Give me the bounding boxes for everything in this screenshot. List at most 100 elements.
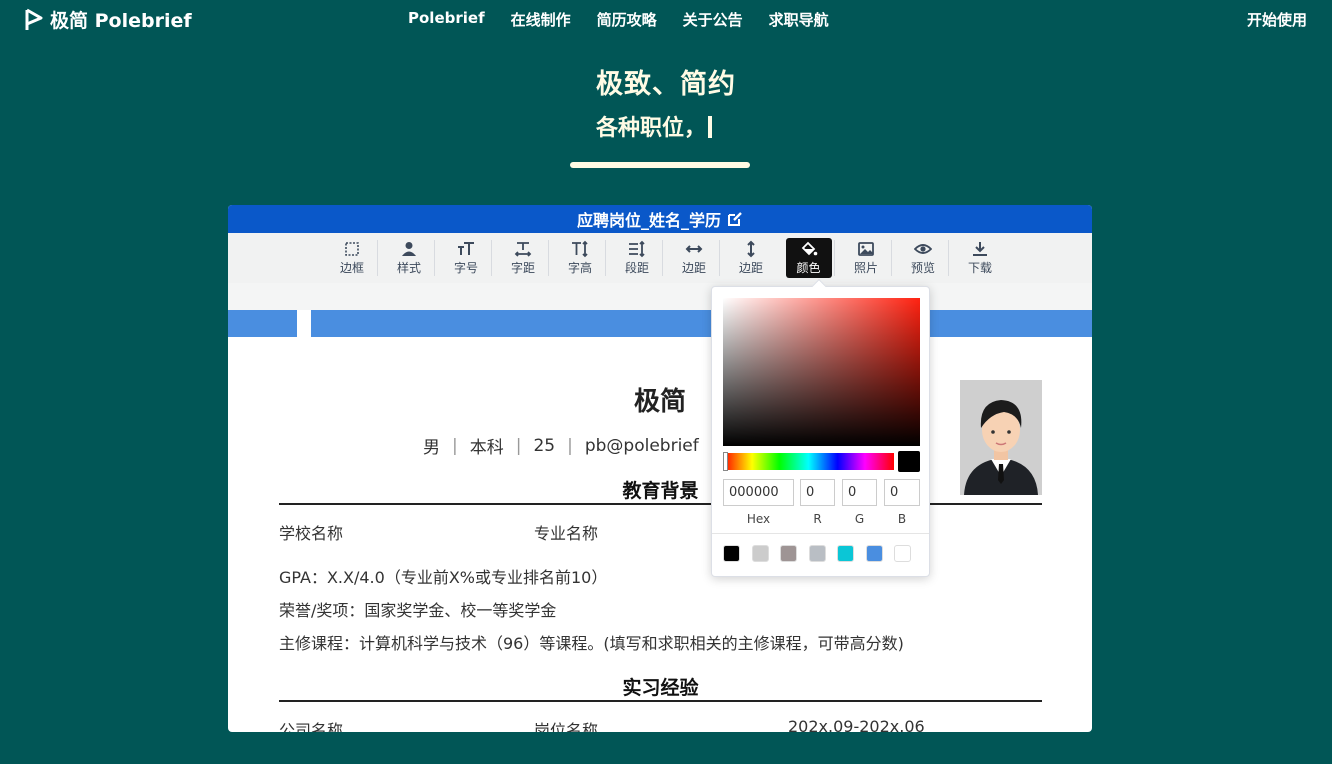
start-button[interactable]: 开始使用 xyxy=(1247,9,1307,30)
hue-slider-handle[interactable] xyxy=(723,452,728,471)
blue-label: B xyxy=(897,512,907,526)
saturation-panel[interactable] xyxy=(723,298,920,446)
internship-position[interactable]: 岗位名称 xyxy=(534,717,598,732)
polebrief-logo-icon xyxy=(25,8,43,30)
resume-file-title: 应聘岗位_姓名_学历 xyxy=(576,211,721,230)
tool-border[interactable]: 边框 xyxy=(324,238,381,278)
blue-input[interactable]: 0 xyxy=(884,479,920,506)
nav-links: Polebrief 在线制作 简历攻略 关于公告 求职导航 xyxy=(408,9,829,30)
education-honors[interactable]: 荣誉/奖项：国家奖学金、校一等奖学金 xyxy=(279,597,556,621)
education-school[interactable]: 学校名称 xyxy=(279,520,343,544)
tool-label: 照片 xyxy=(853,261,878,275)
tool-label: 下载 xyxy=(967,261,992,275)
tool-label: 颜色 xyxy=(796,261,821,275)
hex-input[interactable]: 000000 xyxy=(723,479,794,506)
red-input[interactable]: 0 xyxy=(800,479,835,506)
editor-toolbar: 边框 样式 字号 字距 字高 段距 边距 边距 颜色 照片 预览 下载 xyxy=(228,233,1092,283)
internship-period[interactable]: 202x.09-202x.06 xyxy=(788,717,925,732)
picker-divider xyxy=(712,533,929,534)
education-courses[interactable]: 主修课程：计算机科学与技术（96）等课程。(填写和求职相关的主修课程，可带高分数… xyxy=(279,630,904,654)
preset-swatch[interactable] xyxy=(723,545,740,562)
tool-color[interactable]: 颜色 xyxy=(785,238,832,278)
tool-photo[interactable]: 照片 xyxy=(833,238,895,278)
tool-label: 样式 xyxy=(396,261,421,275)
resume-header-band xyxy=(228,310,1092,337)
section-divider xyxy=(279,700,1042,702)
nav-link-polebrief[interactable]: Polebrief xyxy=(408,9,485,30)
tool-label: 边距 xyxy=(681,261,706,275)
paragraph-spacing-icon xyxy=(629,240,645,258)
arrows-horizontal-icon xyxy=(685,245,703,253)
resume-meta: 男 | 本科 | 25 | pb@polebrief xyxy=(423,433,699,459)
meta-degree[interactable]: 本科 xyxy=(470,433,504,458)
nav-link-online-create[interactable]: 在线制作 xyxy=(511,9,571,30)
internship-company[interactable]: 公司名称 xyxy=(279,717,343,732)
tool-label: 边距 xyxy=(738,261,763,275)
border-icon xyxy=(345,242,359,256)
tool-label: 字距 xyxy=(510,261,535,275)
editor-title-bar: 应聘岗位_姓名_学历 xyxy=(228,205,1092,233)
meta-email[interactable]: pb@polebrief xyxy=(585,436,699,456)
meta-gender[interactable]: 男 xyxy=(423,433,440,458)
education-major[interactable]: 专业名称 xyxy=(534,520,598,544)
meta-separator: | xyxy=(515,435,522,456)
paint-bucket-icon xyxy=(801,241,817,256)
green-label: G xyxy=(854,512,865,526)
brand-logo[interactable]: 极简 Polebrief xyxy=(24,6,192,33)
hero-title: 极致、简约 xyxy=(596,69,736,100)
preset-swatch[interactable] xyxy=(808,545,826,562)
education-gpa[interactable]: GPA：X.X/4.0（专业前X%或专业排名前10） xyxy=(279,564,607,588)
edit-icon[interactable] xyxy=(727,211,743,227)
download-icon xyxy=(973,242,987,256)
tool-label: 预览 xyxy=(910,261,935,275)
tool-preview[interactable]: 预览 xyxy=(890,238,952,278)
nav-link-resume-guide[interactable]: 简历攻略 xyxy=(597,9,657,30)
resume-editor: 应聘岗位_姓名_学历 边框 样式 字号 字距 字高 段距 边距 边距 颜色 照片… xyxy=(228,205,1092,732)
tool-label: 字号 xyxy=(453,261,478,275)
text-height-icon xyxy=(458,242,474,255)
page-top-margin xyxy=(228,283,1092,310)
top-nav: 极简 Polebrief Polebrief 在线制作 简历攻略 关于公告 求职… xyxy=(0,0,1332,38)
tool-style[interactable]: 样式 xyxy=(376,238,438,278)
section-heading-internship[interactable]: 实习经验 xyxy=(279,673,1042,700)
tool-font-size[interactable]: 字号 xyxy=(433,238,495,278)
nav-link-announcements[interactable]: 关于公告 xyxy=(683,9,743,30)
hero-underline xyxy=(570,162,750,168)
tool-label: 边框 xyxy=(339,261,364,275)
eye-icon xyxy=(914,244,932,254)
resume-document: 极简 男 | 本科 | 25 | pb@polebrief 教育背景 学校名称 … xyxy=(228,337,1092,732)
tool-horizontal-margin[interactable]: 边距 xyxy=(661,238,723,278)
preset-swatch[interactable] xyxy=(837,545,854,562)
tool-line-height[interactable]: 字高 xyxy=(547,238,609,278)
hue-slider[interactable] xyxy=(723,452,894,471)
line-height-icon xyxy=(572,240,588,258)
nav-link-job-navigation[interactable]: 求职导航 xyxy=(769,9,829,30)
tool-label: 字高 xyxy=(567,261,592,275)
preset-swatch[interactable] xyxy=(780,545,797,562)
tool-letter-spacing[interactable]: 字距 xyxy=(490,238,552,278)
tool-paragraph-spacing[interactable]: 段距 xyxy=(604,238,666,278)
brand-name: 极简 Polebrief xyxy=(50,10,192,32)
meta-separator: | xyxy=(452,435,458,456)
hex-label: Hex xyxy=(746,512,771,526)
tool-vertical-margin[interactable]: 边距 xyxy=(718,238,780,278)
color-picker: 000000 0 0 0 Hex R G B xyxy=(711,278,930,577)
arrows-vertical-icon xyxy=(747,240,755,258)
preset-swatch[interactable] xyxy=(894,545,911,562)
meta-age[interactable]: 25 xyxy=(533,436,555,456)
hero-subtitle: 各种职位， xyxy=(596,110,713,142)
image-icon xyxy=(858,242,874,256)
green-input[interactable]: 0 xyxy=(842,479,877,506)
tool-label: 段距 xyxy=(624,261,649,275)
preset-swatch[interactable] xyxy=(751,545,769,562)
hero-subtitle-text: 各种职位， xyxy=(596,116,707,141)
typing-caret xyxy=(708,116,713,138)
meta-separator: | xyxy=(567,435,573,456)
current-color-swatch xyxy=(898,451,920,472)
red-label: R xyxy=(813,512,822,526)
user-icon xyxy=(402,242,416,256)
text-width-icon xyxy=(514,242,532,257)
preset-swatch[interactable] xyxy=(865,545,883,562)
tool-download[interactable]: 下载 xyxy=(947,238,1009,278)
band-notch xyxy=(297,310,311,337)
